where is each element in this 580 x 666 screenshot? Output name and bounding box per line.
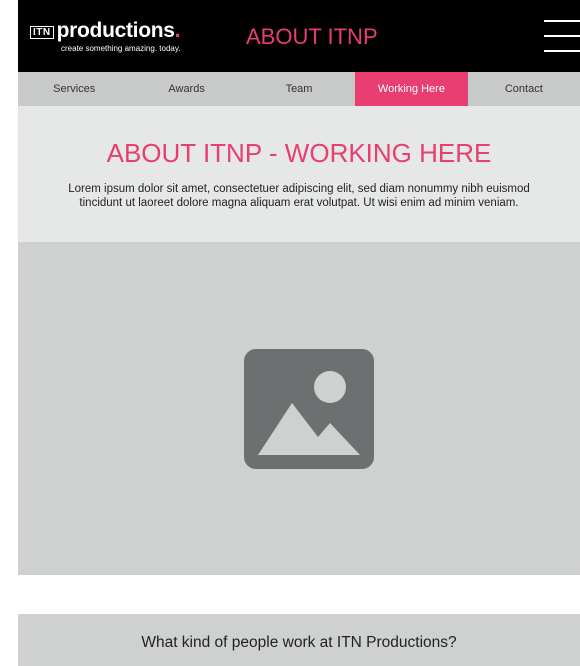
nav-item-awards[interactable]: Awards bbox=[130, 72, 242, 106]
logo-wordmark: productions bbox=[56, 19, 175, 42]
question-band: What kind of people work at ITN Producti… bbox=[18, 614, 580, 666]
intro-text-line: tincidunt ut laoreet dolore magna aliqua… bbox=[79, 197, 519, 209]
intro-text-line: Lorem ipsum dolor sit amet, consectetuer… bbox=[68, 183, 530, 195]
nav-item-team[interactable]: Team bbox=[243, 72, 355, 106]
question-heading: What kind of people work at ITN Producti… bbox=[141, 634, 457, 651]
menu-line bbox=[544, 35, 580, 37]
page-frame: ITN productions . create something amazi… bbox=[18, 0, 580, 666]
nav-item-working-here[interactable]: Working Here bbox=[355, 72, 468, 106]
menu-line bbox=[544, 50, 580, 52]
page-title: ABOUT ITNP bbox=[246, 24, 378, 49]
site-header: ITN productions . create something amazi… bbox=[18, 0, 580, 72]
menu-line bbox=[544, 20, 580, 22]
logo-mark: ITN productions . bbox=[30, 20, 180, 42]
nav-item-contact[interactable]: Contact bbox=[468, 72, 580, 106]
nav-item-services[interactable]: Services bbox=[18, 72, 130, 106]
logo-tagline: create something amazing. today. bbox=[61, 44, 181, 53]
section-nav: Services Awards Team Working Here Contac… bbox=[18, 72, 580, 106]
intro-section: ABOUT ITNP - WORKING HERE Lorem ipsum do… bbox=[18, 106, 580, 242]
itn-productions-logo[interactable]: ITN productions . create something amazi… bbox=[30, 20, 210, 56]
logo-dot: . bbox=[174, 19, 181, 42]
logo-badge: ITN bbox=[30, 26, 54, 39]
image-placeholder bbox=[18, 242, 580, 575]
section-heading: ABOUT ITNP - WORKING HERE bbox=[106, 138, 492, 168]
image-placeholder-icon bbox=[244, 349, 374, 469]
intro-paragraph: Lorem ipsum dolor sit amet, consectetuer… bbox=[9, 182, 580, 210]
hamburger-menu-icon[interactable] bbox=[544, 20, 580, 52]
